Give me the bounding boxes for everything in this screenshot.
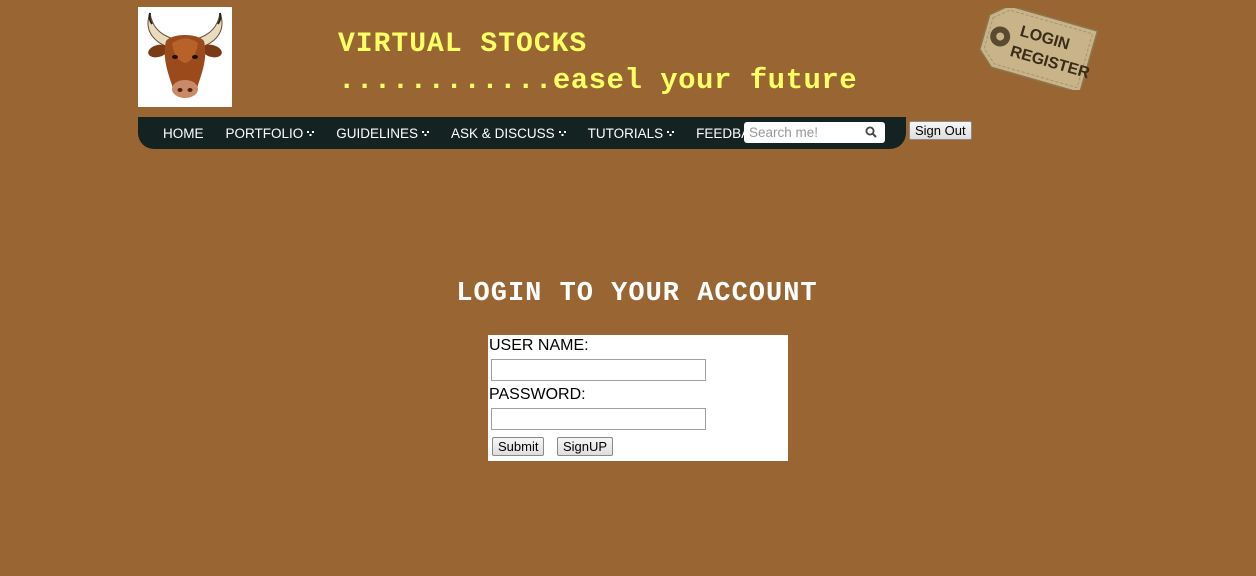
search-input[interactable] [744,122,859,143]
username-label: USER NAME: [489,337,589,354]
dropdown-arrow-icon [558,130,566,136]
nav-item-ask-discuss[interactable]: ASK & DISCUSS [440,117,577,149]
dropdown-arrow-icon [307,130,315,136]
login-heading: LOGIN TO YOUR ACCOUNT [456,279,818,309]
nav-item-label: ASK & DISCUSS [451,125,555,141]
dropdown-arrow-icon [667,130,675,136]
nav-item-label: HOME [163,125,204,141]
submit-button[interactable]: Submit [492,437,545,456]
nav-item-tutorials[interactable]: TUTORIALS [577,117,686,149]
search-icon[interactable] [865,126,877,138]
nav-item-label: GUIDELINES [336,125,419,141]
password-field[interactable] [491,408,706,430]
bull-head-icon [138,7,232,107]
nav-item-home[interactable]: HOME [152,117,215,149]
dropdown-arrow-icon [422,130,430,136]
nav-item-label: PORTFOLIO [225,125,304,141]
main-navbar: HOME PORTFOLIO GUIDELINES ASK & DISCUSS … [138,117,906,149]
signup-button[interactable]: SignUP [557,437,614,456]
search-box [744,122,885,143]
tag-icon: LOGIN REGISTER [979,4,1099,94]
sign-out-button[interactable]: Sign Out [909,121,972,140]
site-tagline: ............easel your future [338,64,858,97]
nav-item-guidelines[interactable]: GUIDELINES [325,117,440,149]
site-title: VIRTUAL STOCKS [338,29,588,60]
login-register-tag[interactable]: LOGIN REGISTER [968,4,1099,94]
site-logo [138,7,232,107]
login-form: USER NAME: PASSWORD: Submit SignUP [488,335,788,461]
nav-item-portfolio[interactable]: PORTFOLIO [215,117,326,149]
password-label: PASSWORD: [489,386,586,403]
nav-item-label: TUTORIALS [587,125,664,141]
username-field[interactable] [491,359,706,381]
nav-menu: HOME PORTFOLIO GUIDELINES ASK & DISCUSS … [138,117,780,149]
